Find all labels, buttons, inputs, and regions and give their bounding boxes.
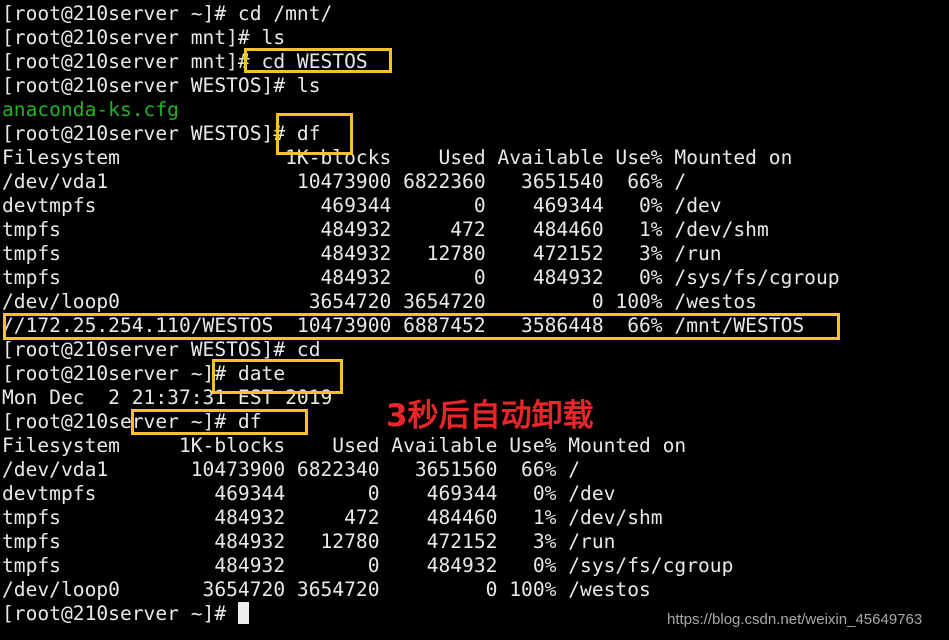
terminal-line: tmpfs 484932 0 484932 0% /sys/fs/cgroup <box>2 266 840 289</box>
watermark-url: https://blog.csdn.net/weixin_45649763 <box>667 611 923 628</box>
terminal-line: tmpfs 484932 12780 472152 3% /run <box>2 530 616 553</box>
terminal-line: /dev/vda1 10473900 6822360 3651540 66% / <box>2 170 687 193</box>
terminal-line: /dev/loop0 3654720 3654720 0 100% /westo… <box>2 290 757 313</box>
terminal-line: Filesystem 1K-blocks Used Available Use%… <box>2 434 687 457</box>
terminal-line: //172.25.254.110/WESTOS 10473900 6887452… <box>2 314 805 337</box>
terminal-line: [root@210server WESTOS]# ls <box>2 74 321 97</box>
terminal-line: tmpfs 484932 472 484460 1% /dev/shm <box>2 506 663 529</box>
terminal-line: tmpfs 484932 0 484932 0% /sys/fs/cgroup <box>2 554 734 577</box>
terminal-line: tmpfs 484932 472 484460 1% /dev/shm <box>2 218 769 241</box>
file-listing: anaconda-ks.cfg <box>2 98 179 121</box>
terminal-line: [root@210server mnt]# cd WESTOS <box>2 50 368 73</box>
terminal-output[interactable]: [root@210server ~]# cd /mnt/[root@210ser… <box>2 2 840 626</box>
terminal-line: [root@210server ~]# date <box>2 362 286 385</box>
terminal-line: Filesystem 1K-blocks Used Available Use%… <box>2 146 793 169</box>
terminal-line: /dev/vda1 10473900 6822340 3651560 66% / <box>2 458 581 481</box>
cursor <box>237 602 249 624</box>
terminal-line: [root@210server WESTOS]# df <box>2 122 321 145</box>
terminal-line: tmpfs 484932 12780 472152 3% /run <box>2 242 722 265</box>
terminal-line: /dev/loop0 3654720 3654720 0 100% /westo… <box>2 578 651 601</box>
auto-unmount-note: 3秒后自动卸载 <box>386 398 594 434</box>
terminal-line: devtmpfs 469344 0 469344 0% /dev <box>2 482 616 505</box>
terminal-line: [root@210server ~]# cd /mnt/ <box>2 2 333 25</box>
terminal-line: [root@210server WESTOS]# cd <box>2 338 321 361</box>
terminal-line: devtmpfs 469344 0 469344 0% /dev <box>2 194 722 217</box>
terminal-line: [root@210server mnt]# ls <box>2 26 286 49</box>
